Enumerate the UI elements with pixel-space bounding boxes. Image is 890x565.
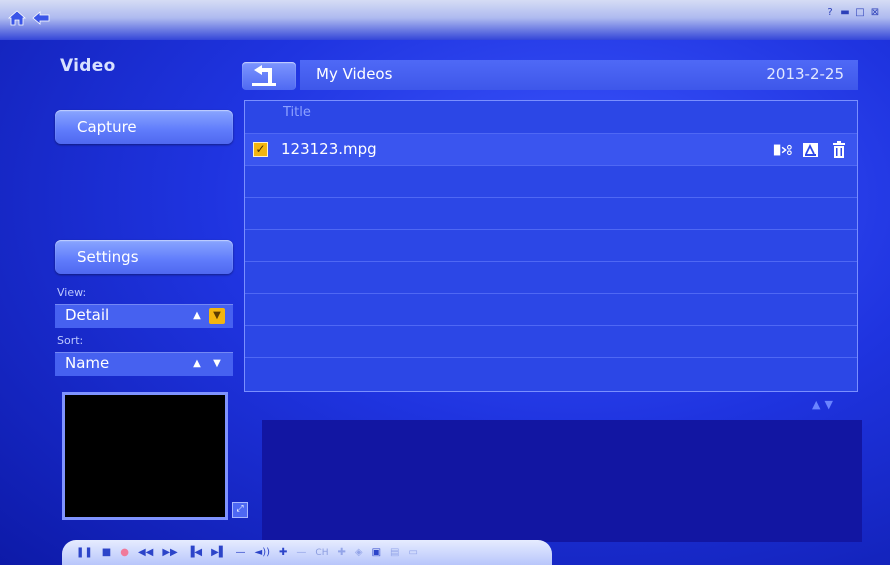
scroll-down-icon[interactable]: ▼ xyxy=(824,398,832,411)
column-header-title[interactable]: Title xyxy=(283,105,311,120)
view-value: Detail xyxy=(65,306,110,324)
video-preview[interactable] xyxy=(62,392,228,520)
snapshot-icon[interactable]: ◈ xyxy=(355,546,363,560)
settings-button[interactable]: Settings xyxy=(55,240,233,274)
up-folder-icon xyxy=(252,65,276,86)
playback-control-bar: ❚❚ ■ ● ◀◀ ▶▶ ▐◀ ▶▌ — ◄)) ✚ — CH ✚ ◈ ▣ ▤ … xyxy=(62,540,552,565)
rewind-icon[interactable]: ◀◀ xyxy=(138,546,153,560)
help-icon[interactable]: ? xyxy=(825,8,835,18)
close-icon[interactable]: ⊠ xyxy=(870,8,880,18)
pause-icon[interactable]: ❚❚ xyxy=(76,546,93,560)
sort-selector[interactable]: Name ▲ ▼ xyxy=(55,352,233,376)
expand-icon[interactable]: ⤢ xyxy=(232,502,248,518)
view-label: View: xyxy=(57,286,87,299)
list-row-empty xyxy=(245,357,857,389)
list-row-empty xyxy=(245,261,857,293)
view-down-arrow-icon[interactable]: ▼ xyxy=(209,308,225,324)
record-icon[interactable]: ● xyxy=(120,546,129,560)
view-up-arrow-icon[interactable]: ▲ xyxy=(189,308,205,324)
camera-icon[interactable]: ▣ xyxy=(372,546,381,560)
up-folder-button[interactable] xyxy=(242,62,296,90)
row-checkbox[interactable]: ✓ xyxy=(253,142,268,157)
folder-header: My Videos 2013-2-25 xyxy=(300,60,858,90)
list-row-empty xyxy=(245,197,857,229)
split-icon[interactable] xyxy=(773,141,793,159)
minimize-icon[interactable]: ▬ xyxy=(840,8,850,18)
stop-icon[interactable]: ■ xyxy=(102,546,111,560)
channel-down-icon[interactable]: — xyxy=(296,546,306,560)
back-arrow-icon[interactable] xyxy=(32,10,50,26)
tv-icon[interactable]: ▤ xyxy=(390,546,399,560)
section-title: Video xyxy=(60,56,116,76)
volume-down-icon[interactable]: — xyxy=(236,546,246,560)
folder-name: My Videos xyxy=(316,65,393,83)
trash-icon[interactable] xyxy=(829,141,849,159)
list-scroll-controls: ▲ ▼ xyxy=(812,398,833,411)
channel-label: CH xyxy=(315,547,329,558)
view-selector[interactable]: Detail ▲ ▼ xyxy=(55,304,233,328)
volume-up-icon[interactable]: ✚ xyxy=(279,546,287,560)
capture-button[interactable]: Capture xyxy=(55,110,233,144)
aspect-icon[interactable]: ▭ xyxy=(408,546,417,560)
mute-icon[interactable]: ◄)) xyxy=(255,546,271,560)
next-icon[interactable]: ▶▌ xyxy=(211,546,226,560)
file-name: 123123.mpg xyxy=(281,140,377,158)
sort-value: Name xyxy=(65,354,110,372)
sort-up-arrow-icon[interactable]: ▲ xyxy=(189,356,205,372)
restore-icon[interactable]: □ xyxy=(855,8,865,18)
edit-icon[interactable] xyxy=(801,141,821,159)
table-row[interactable]: ✓ 123123.mpg xyxy=(245,133,857,165)
home-icon[interactable] xyxy=(8,10,26,26)
title-bar: ? ▬ □ ⊠ xyxy=(0,0,890,40)
folder-date: 2013-2-25 xyxy=(766,65,844,83)
video-app-window: ? ▬ □ ⊠ Video Capture Settings View: Det… xyxy=(0,0,890,565)
channel-up-icon[interactable]: ✚ xyxy=(337,546,345,560)
sort-down-arrow-icon[interactable]: ▼ xyxy=(209,356,225,372)
previous-icon[interactable]: ▐◀ xyxy=(187,546,202,560)
list-row-empty xyxy=(245,229,857,261)
list-row-empty xyxy=(245,165,857,197)
file-list: Title ✓ 123123.mpg xyxy=(244,100,858,392)
info-panel xyxy=(262,420,862,542)
list-row-empty xyxy=(245,325,857,357)
list-row-empty xyxy=(245,293,857,325)
scroll-up-icon[interactable]: ▲ xyxy=(812,398,820,411)
sort-label: Sort: xyxy=(57,334,84,347)
fast-forward-icon[interactable]: ▶▶ xyxy=(162,546,177,560)
